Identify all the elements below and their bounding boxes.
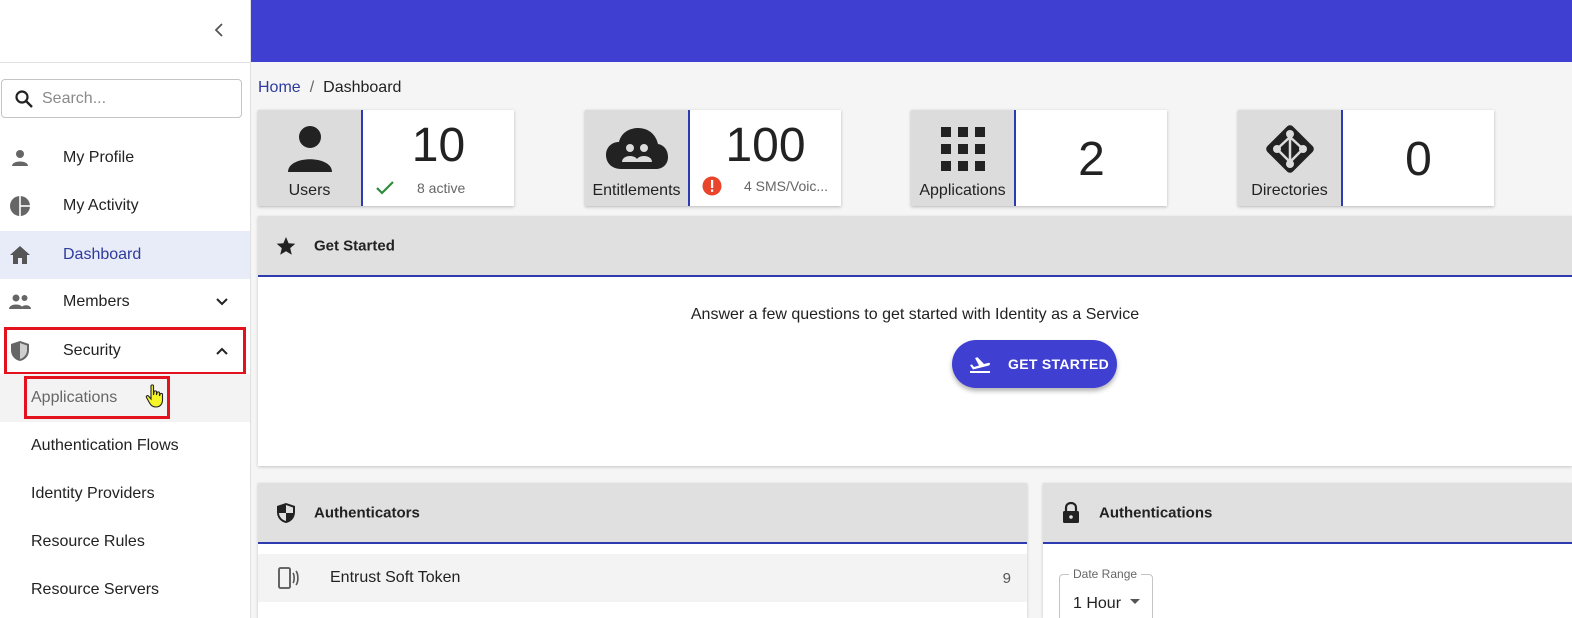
stat-card-values: 100 4 SMS/Voic... bbox=[690, 110, 841, 206]
sidebar-item-my-profile[interactable]: My Profile bbox=[0, 134, 250, 182]
stat-card-label: Applications bbox=[919, 182, 1006, 199]
chevron-down-icon bbox=[212, 292, 232, 312]
get-started-message: Answer a few questions to get started wi… bbox=[690, 306, 1140, 323]
stat-subtext: 4 SMS/Voic... bbox=[702, 176, 833, 196]
panel-title: Get Started bbox=[314, 237, 395, 254]
sidebar-item-my-activity[interactable]: My Activity bbox=[0, 182, 250, 230]
pie-chart-icon bbox=[8, 194, 32, 218]
panel-header: Authentications bbox=[1043, 483, 1572, 544]
sidebar-subitem-resource-servers[interactable]: Resource Servers bbox=[0, 566, 250, 614]
breadcrumb-home-link[interactable]: Home bbox=[258, 79, 301, 97]
breadcrumb-current: Dashboard bbox=[323, 79, 402, 96]
people-icon bbox=[8, 290, 32, 314]
shield-icon bbox=[8, 339, 32, 363]
stat-card-label: Users bbox=[288, 182, 331, 199]
apps-grid-icon bbox=[931, 120, 995, 178]
authenticators-panel: Authenticators Entrust Soft Token 9 bbox=[258, 483, 1027, 618]
sidebar-item-members[interactable]: Members bbox=[0, 278, 250, 326]
sidebar-item-dashboard[interactable]: Dashboard bbox=[0, 231, 250, 279]
button-label: GET STARTED bbox=[1008, 356, 1110, 372]
get-started-button[interactable]: GET STARTED bbox=[952, 340, 1117, 388]
search-icon bbox=[15, 89, 33, 108]
dropdown-arrow-icon bbox=[1130, 599, 1140, 604]
authentications-panel: Authentications Date Range 1 Hour bbox=[1043, 483, 1572, 618]
stat-status-text: 8 active bbox=[417, 180, 466, 196]
stat-value: 2 bbox=[1078, 133, 1105, 186]
person-icon bbox=[8, 146, 32, 170]
date-range-value: 1 Hour bbox=[1073, 595, 1122, 612]
stat-card-icon-area: Directories bbox=[1238, 110, 1343, 206]
stat-card-label: Directories bbox=[1251, 182, 1328, 199]
stat-card-values: 10 8 active bbox=[363, 110, 514, 206]
sidebar-subitem-label: Resource Rules bbox=[31, 533, 145, 550]
phone-vibrate-icon bbox=[274, 565, 300, 591]
stat-card-icon-area: Entitlements bbox=[585, 110, 690, 206]
cloud-people-icon bbox=[605, 120, 669, 178]
stat-card-users[interactable]: Users 10 8 active bbox=[258, 110, 514, 206]
sidebar-subitem-resource-rules[interactable]: Resource Rules bbox=[0, 518, 250, 566]
stat-card-icon-area: Users bbox=[258, 110, 363, 206]
sidebar: My Profile My Activity Dashboard Members… bbox=[0, 0, 251, 618]
sidebar-item-security[interactable]: Security bbox=[4, 327, 246, 375]
date-range-label: Date Range bbox=[1069, 567, 1142, 581]
directory-diamond-icon bbox=[1258, 120, 1322, 178]
sidebar-item-label: My Profile bbox=[63, 149, 135, 166]
shield-icon bbox=[275, 502, 297, 524]
panel-header: Get Started bbox=[258, 216, 1572, 277]
panel-title: Authenticators bbox=[314, 504, 420, 521]
breadcrumb-separator: / bbox=[309, 79, 315, 96]
stat-subtext: 8 active bbox=[375, 180, 506, 196]
stat-status-text: 4 SMS/Voic... bbox=[744, 178, 829, 194]
stat-value: 10 bbox=[411, 119, 466, 172]
lock-icon bbox=[1060, 501, 1082, 524]
date-range-select[interactable]: Date Range 1 Hour bbox=[1059, 567, 1153, 618]
stat-card-values: 0 bbox=[1343, 110, 1494, 206]
stat-value: 0 bbox=[1405, 133, 1432, 186]
sidebar-item-label: My Activity bbox=[63, 197, 139, 214]
sidebar-subitem-label: Authentication Flows bbox=[31, 437, 179, 454]
breadcrumb: Home / Dashboard bbox=[258, 79, 401, 97]
airplane-takeoff-icon bbox=[968, 352, 992, 376]
panel-header: Authenticators bbox=[258, 483, 1027, 544]
collapse-sidebar-button[interactable] bbox=[208, 18, 230, 42]
stat-card-entitlements[interactable]: Entitlements 100 4 SMS/Voic... bbox=[585, 110, 841, 206]
panel-title: Authentications bbox=[1099, 504, 1213, 521]
search-field[interactable] bbox=[1, 79, 242, 118]
chevron-up-icon bbox=[212, 341, 232, 361]
stat-card-icon-area: Applications bbox=[911, 110, 1016, 206]
stat-value: 100 bbox=[725, 119, 806, 172]
sidebar-subitem-identity-providers[interactable]: Identity Providers bbox=[0, 470, 250, 518]
search-input[interactable] bbox=[42, 89, 232, 108]
sidebar-item-label: Members bbox=[63, 293, 130, 310]
authenticator-count: 9 bbox=[1002, 569, 1011, 587]
home-icon bbox=[8, 243, 32, 267]
top-app-bar bbox=[251, 0, 1572, 62]
sidebar-item-label: Dashboard bbox=[63, 246, 142, 263]
error-icon bbox=[702, 176, 722, 196]
sidebar-item-label: Security bbox=[63, 342, 121, 359]
star-icon bbox=[275, 235, 297, 257]
stat-card-label: Entitlements bbox=[592, 182, 681, 199]
get-started-panel: Get Started Answer a few questions to ge… bbox=[258, 216, 1572, 466]
authenticator-row[interactable]: Entrust Soft Token 9 bbox=[258, 554, 1027, 602]
person-icon bbox=[278, 120, 342, 178]
sidebar-subitem-label: Identity Providers bbox=[31, 485, 155, 502]
sidebar-subitem-label: Resource Servers bbox=[31, 581, 160, 598]
authenticator-name: Entrust Soft Token bbox=[330, 569, 461, 586]
stat-card-directories[interactable]: Directories 0 bbox=[1238, 110, 1494, 206]
sidebar-divider bbox=[0, 62, 251, 63]
stat-card-applications[interactable]: Applications 2 bbox=[911, 110, 1167, 206]
chevron-left-icon bbox=[214, 23, 223, 37]
highlight-box bbox=[24, 376, 170, 419]
check-icon bbox=[376, 181, 394, 195]
stat-card-values: 2 bbox=[1016, 110, 1167, 206]
sidebar-subitem-authentication-flows[interactable]: Authentication Flows bbox=[0, 422, 250, 470]
